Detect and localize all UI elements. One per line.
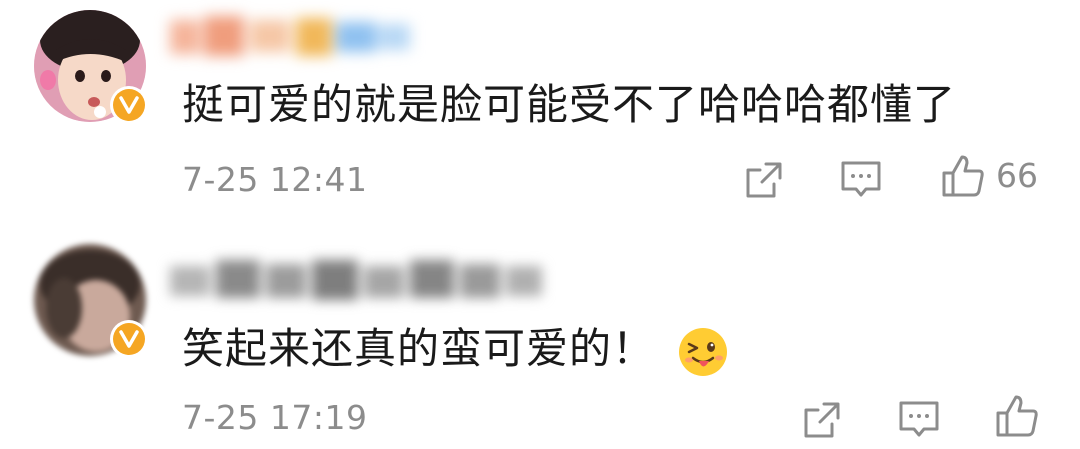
timestamp: 7-25 12:41 — [182, 160, 368, 199]
verified-v-icon — [119, 96, 139, 114]
avatar[interactable] — [34, 244, 148, 358]
like-button[interactable]: 66 — [940, 154, 1038, 198]
like-button[interactable] — [994, 394, 1040, 438]
share-button[interactable] — [744, 158, 784, 202]
share-icon — [804, 402, 840, 438]
comment-text: 笑起来还真的蛮可爱的！ — [182, 324, 729, 378]
thumbs-up-icon — [942, 155, 984, 197]
thumbs-up-icon — [996, 395, 1038, 437]
comment-icon — [899, 401, 939, 437]
like-count: 66 — [996, 156, 1038, 195]
avatar[interactable] — [34, 10, 148, 124]
comment-text: 挺可爱的就是脸可能受不了哈哈哈都懂了 — [182, 80, 957, 129]
share-icon — [746, 162, 782, 198]
verified-badge — [110, 86, 148, 124]
verified-v-icon — [119, 330, 139, 348]
username-blurred[interactable] — [170, 12, 420, 62]
comment-icon — [841, 161, 881, 197]
share-button[interactable] — [802, 398, 842, 442]
reply-button[interactable] — [898, 398, 940, 442]
reply-button[interactable] — [840, 158, 882, 202]
timestamp: 7-25 17:19 — [182, 398, 368, 437]
verified-badge — [110, 320, 148, 358]
username-blurred[interactable] — [170, 254, 550, 304]
tongue-out-wink-emoji — [677, 326, 729, 378]
